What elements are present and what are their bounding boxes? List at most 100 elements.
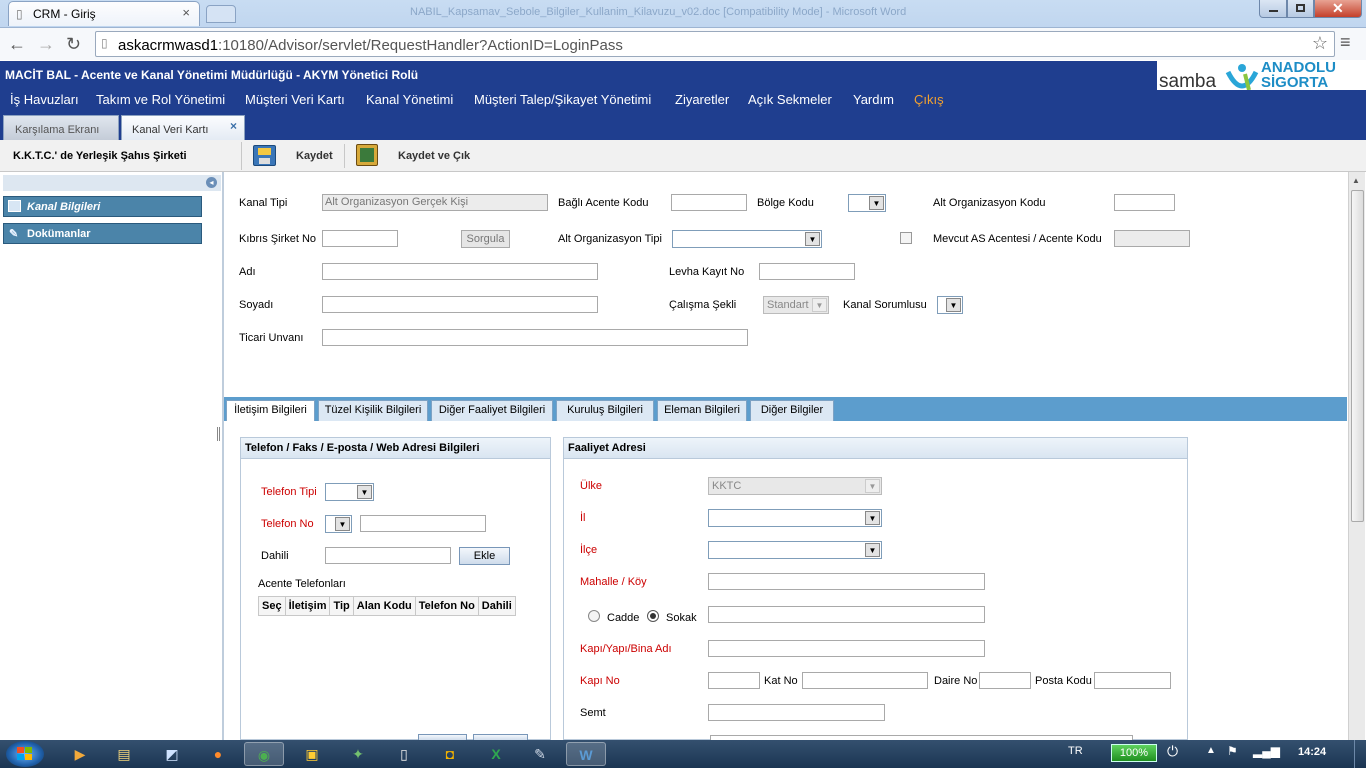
menu-cikis[interactable]: Çıkış bbox=[914, 92, 944, 107]
show-desktop-button[interactable] bbox=[1354, 740, 1366, 768]
sidebar-item-kanal-bilgileri[interactable]: Kanal Bilgileri bbox=[3, 196, 202, 217]
save-exit-button[interactable]: Kaydet ve Çık bbox=[398, 150, 470, 162]
dahili-input[interactable] bbox=[325, 547, 451, 564]
save-icon[interactable] bbox=[253, 145, 276, 166]
start-button[interactable] bbox=[6, 741, 44, 767]
calisma-value: Standart bbox=[767, 299, 809, 311]
signal-icon[interactable]: ▂▄▆ bbox=[1253, 744, 1280, 758]
address-bar[interactable]: ▯ askacrmwasd1:10180/Advisor/servlet/Req… bbox=[95, 31, 1335, 57]
levha-input[interactable] bbox=[759, 263, 855, 280]
vertical-scrollbar[interactable]: ▲ bbox=[1348, 172, 1365, 740]
battery-indicator[interactable]: 100% bbox=[1111, 744, 1157, 762]
sokak-radio[interactable] bbox=[647, 610, 659, 622]
forward-icon[interactable]: → bbox=[37, 34, 55, 55]
tray-expand-icon[interactable]: ▲ bbox=[1206, 745, 1216, 756]
paint-icon[interactable]: ✎ bbox=[520, 742, 560, 766]
telefon-tipi-select[interactable]: ▼ bbox=[325, 483, 374, 501]
alt-org-kodu-input[interactable] bbox=[1114, 194, 1175, 211]
clock[interactable]: 14:24 bbox=[1298, 746, 1326, 758]
daire-no-input[interactable] bbox=[979, 672, 1031, 689]
menu-talep-sikayet[interactable]: Müşteri Talep/Şikayet Yönetimi bbox=[474, 92, 651, 107]
scroll-thumb[interactable] bbox=[1351, 190, 1364, 522]
menu-acik-sekmeler[interactable]: Açık Sekmeler bbox=[748, 92, 832, 107]
close-tab-icon[interactable]: × bbox=[230, 119, 237, 133]
kibris-sirket-input[interactable] bbox=[322, 230, 398, 247]
scroll-up-icon[interactable]: ▲ bbox=[1352, 176, 1360, 185]
menu-musteri-veri[interactable]: Müşteri Veri Kartı bbox=[245, 92, 345, 107]
folder-icon[interactable]: ▣ bbox=[292, 742, 332, 766]
menu-ziyaretler[interactable]: Ziyaretler bbox=[675, 92, 729, 107]
ticari-input[interactable] bbox=[322, 329, 748, 346]
ekle-button[interactable]: Ekle bbox=[459, 547, 510, 565]
mevcut-as-input[interactable] bbox=[1114, 230, 1190, 247]
ilce-select[interactable]: ▼ bbox=[708, 541, 882, 559]
cadde-radio[interactable] bbox=[588, 610, 600, 622]
reload-icon[interactable]: ↻ bbox=[66, 34, 81, 55]
notepad-icon[interactable]: ▯ bbox=[384, 742, 424, 766]
tab-karsilama[interactable]: Karşılama Ekranı bbox=[3, 115, 119, 140]
language-indicator[interactable]: TR bbox=[1068, 745, 1083, 757]
kanal-tipi-field[interactable]: Alt Organizasyon Gerçek Kişi bbox=[322, 194, 548, 211]
explorer-icon[interactable]: ▤ bbox=[104, 742, 144, 766]
word-icon[interactable]: W bbox=[566, 742, 606, 766]
collapse-icon[interactable]: ◂ bbox=[206, 177, 217, 188]
adi-input[interactable] bbox=[322, 263, 598, 280]
left-panel: ◂ Kanal Bilgileri ✎ Dokümanlar bbox=[0, 172, 224, 740]
close-tab-icon[interactable]: × bbox=[182, 5, 190, 20]
tab-diger-faaliyet[interactable]: Diğer Faaliyet Bilgileri bbox=[431, 400, 553, 421]
kapi-no-input[interactable] bbox=[708, 672, 760, 689]
restore-button[interactable] bbox=[1287, 0, 1314, 18]
media-player-icon[interactable]: ▶ bbox=[60, 742, 100, 766]
firefox-icon[interactable]: ● bbox=[198, 742, 238, 766]
tab-iletisim[interactable]: İletişim Bilgileri bbox=[226, 400, 315, 421]
soyadi-input[interactable] bbox=[322, 296, 598, 313]
mahalle-input[interactable] bbox=[708, 573, 985, 590]
ulke-select[interactable]: KKTC ▼ bbox=[708, 477, 882, 495]
excel-icon[interactable]: X bbox=[476, 742, 516, 766]
bookmark-star-icon[interactable]: ☆ bbox=[1312, 33, 1328, 54]
mevcut-as-checkbox[interactable] bbox=[900, 232, 912, 244]
outlook-icon[interactable]: ◘ bbox=[430, 742, 470, 766]
close-window-button[interactable]: ✕ bbox=[1314, 0, 1362, 18]
menu-kanal-yonetimi[interactable]: Kanal Yönetimi bbox=[366, 92, 453, 107]
new-tab-button[interactable] bbox=[206, 5, 236, 23]
remote-desktop-icon[interactable]: ◩ bbox=[152, 742, 192, 766]
calisma-select[interactable]: Standart ▼ bbox=[763, 296, 829, 314]
back-icon[interactable]: ← bbox=[8, 34, 26, 55]
menu-icon[interactable]: ≡ bbox=[1340, 32, 1351, 53]
semt-input[interactable] bbox=[708, 704, 885, 721]
save-exit-icon[interactable] bbox=[356, 144, 378, 166]
col-tip: Tip bbox=[329, 596, 354, 616]
flag-icon[interactable]: ⚑ bbox=[1227, 744, 1238, 758]
tab-kanal-veri-karti[interactable]: Kanal Veri Kartı × bbox=[121, 115, 245, 140]
menu-takim-rol[interactable]: Takım ve Rol Yönetimi bbox=[96, 92, 225, 107]
page-tabs: Karşılama Ekranı Kanal Veri Kartı × bbox=[0, 111, 1366, 140]
tab-eleman[interactable]: Eleman Bilgileri bbox=[657, 400, 747, 421]
app-icon[interactable]: ✦ bbox=[338, 742, 378, 766]
cadde-sokak-input[interactable] bbox=[708, 606, 985, 623]
alt-org-tipi-select[interactable]: ▼ bbox=[672, 230, 822, 248]
tab-diger-bilgiler[interactable]: Diğer Bilgiler bbox=[750, 400, 834, 421]
minimize-button[interactable] bbox=[1259, 0, 1287, 18]
telefon-no-input[interactable] bbox=[360, 515, 486, 532]
kapi-bina-input[interactable] bbox=[708, 640, 985, 657]
sidebar-item-dokumanlar[interactable]: ✎ Dokümanlar bbox=[3, 223, 202, 244]
tab-tuzel-kisilik[interactable]: Tüzel Kişilik Bilgileri bbox=[318, 400, 428, 421]
bolge-kodu-select[interactable]: ▼ bbox=[848, 194, 886, 212]
menu-is-havuzlari[interactable]: İş Havuzları bbox=[10, 92, 79, 107]
chrome-icon[interactable]: ◉ bbox=[244, 742, 284, 766]
sorgula-button[interactable]: Sorgula bbox=[461, 230, 510, 248]
save-button[interactable]: Kaydet bbox=[296, 150, 333, 162]
splitter-handle[interactable] bbox=[217, 427, 220, 441]
kat-no-input[interactable] bbox=[802, 672, 928, 689]
il-select[interactable]: ▼ bbox=[708, 509, 882, 527]
power-icon[interactable]: ⏻ bbox=[1167, 743, 1178, 760]
menu-yardim[interactable]: Yardım bbox=[853, 92, 894, 107]
tab-kurulus[interactable]: Kuruluş Bilgileri bbox=[556, 400, 654, 421]
telefon-no-select[interactable]: ▼ bbox=[325, 515, 352, 533]
browser-tab[interactable]: ▯ CRM - Giriş × bbox=[8, 1, 200, 26]
posta-kodu-input[interactable] bbox=[1094, 672, 1171, 689]
telefon-tipi-label: Telefon Tipi bbox=[261, 486, 317, 498]
bagli-acente-input[interactable] bbox=[671, 194, 747, 211]
kanal-sorumlusu-select[interactable]: ▼ bbox=[937, 296, 963, 314]
